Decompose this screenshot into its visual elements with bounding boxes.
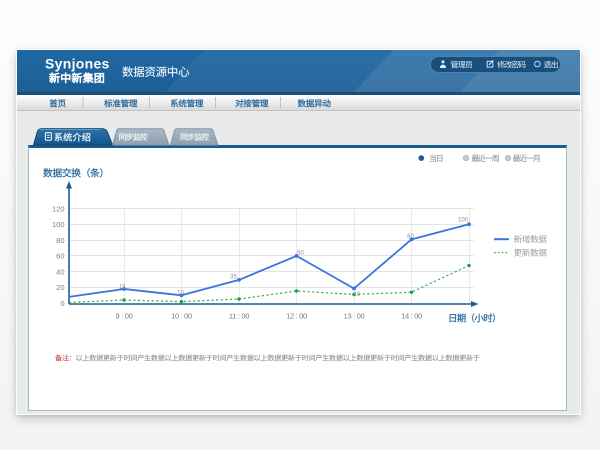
svg-text:35: 35 — [230, 274, 237, 280]
svg-text:80: 80 — [407, 234, 414, 240]
svg-text:60: 60 — [297, 251, 304, 257]
svg-text:60: 60 — [56, 252, 64, 261]
svg-text:40: 40 — [56, 267, 64, 276]
svg-text:12 : 00: 12 : 00 — [286, 312, 307, 321]
svg-text:13 : 00: 13 : 00 — [344, 312, 365, 321]
svg-text:0: 0 — [60, 299, 64, 308]
svg-text:11 : 00: 11 : 00 — [229, 312, 249, 321]
svg-text:100: 100 — [52, 220, 65, 229]
svg-text:20: 20 — [56, 283, 64, 292]
svg-text:120: 120 — [52, 204, 65, 213]
svg-text:Synjones: Synjones — [45, 56, 110, 72]
svg-text:10: 10 — [354, 292, 361, 298]
svg-text:10: 10 — [177, 291, 184, 297]
svg-text:14 : 00: 14 : 00 — [401, 312, 422, 321]
svg-text:10 : 00: 10 : 00 — [171, 312, 192, 321]
svg-text:9 : 00: 9 : 00 — [116, 312, 133, 321]
svg-text:80: 80 — [56, 236, 64, 245]
svg-text:18: 18 — [119, 284, 126, 290]
svg-text:100: 100 — [458, 217, 469, 223]
